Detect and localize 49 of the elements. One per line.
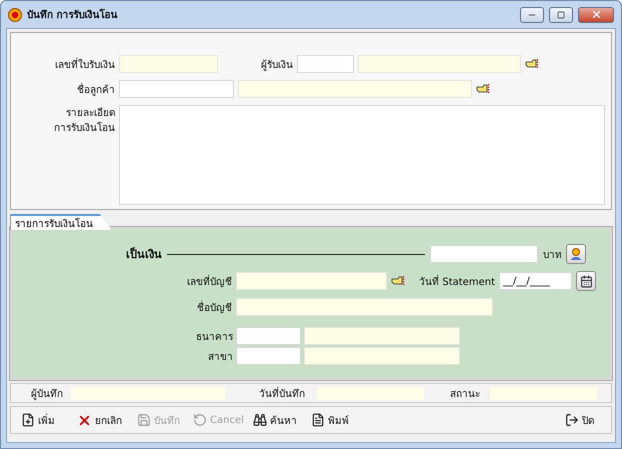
text-field[interactable] [119,80,234,98]
maximize-button[interactable] [549,6,573,22]
calendar-button[interactable] [576,271,596,291]
minimize-button[interactable] [520,6,544,22]
toolbar-button[interactable]: ปิด [561,409,605,431]
tab[interactable]: รายการรับเงินโอน [10,214,112,230]
maximize-icon [557,10,565,18]
info-label: สถานะ [449,388,480,400]
text-field[interactable] [297,55,354,73]
amount-label: เป็นเงิน [125,246,162,263]
text-field[interactable] [236,347,301,365]
info-label: วันที่บันทึก [258,386,305,400]
toolbar-button[interactable]: เพิ่ม [17,409,73,431]
text-field[interactable] [238,80,472,98]
close-button[interactable] [578,6,614,22]
field-label: สาขา [207,350,233,364]
info-label: ผู้บันทึก [30,388,63,400]
toolbar-button[interactable]: ค้นหา [249,409,307,431]
field-label: เลขที่ใบรับเงิน [54,56,115,72]
coin-icon [8,8,22,22]
undo-icon [193,413,207,427]
details-textarea[interactable] [119,105,605,205]
document-icon [311,413,325,427]
text-field[interactable] [236,272,387,290]
field-label: ธนาคาร [195,330,233,344]
text-field[interactable] [358,55,521,73]
text-field[interactable] [304,327,460,345]
close-icon [590,9,602,20]
unit-label: บาท [542,248,562,262]
help-button[interactable] [566,244,586,264]
field-label: ชื่อลูกค้า [76,82,115,96]
text-field[interactable] [119,55,218,73]
new-document-icon [21,413,35,427]
toolbar-button[interactable]: พิมพ์ [307,409,367,431]
toolbar-button[interactable]: ยกเลิก [73,409,133,431]
window-title: บันทึก การรับเงินโอน [27,8,118,22]
date-field[interactable]: __/__/____ [499,272,572,290]
text-field[interactable] [236,327,301,345]
field-label: วันที่ Statement [418,274,495,288]
field-label: ชื่อบัญชี [196,300,232,314]
field-label: ผู้รับเงิน [260,58,293,72]
exit-door-icon [565,413,579,427]
calendar-icon [580,274,592,288]
text-field[interactable] [236,298,493,316]
field-label: รายละเอียด การรับเงินโอน [53,106,115,135]
text-field[interactable] [304,347,460,365]
text-field[interactable] [430,245,538,263]
field-label: เลขที่บัญชี [186,274,232,288]
binoculars-icon [253,413,267,427]
